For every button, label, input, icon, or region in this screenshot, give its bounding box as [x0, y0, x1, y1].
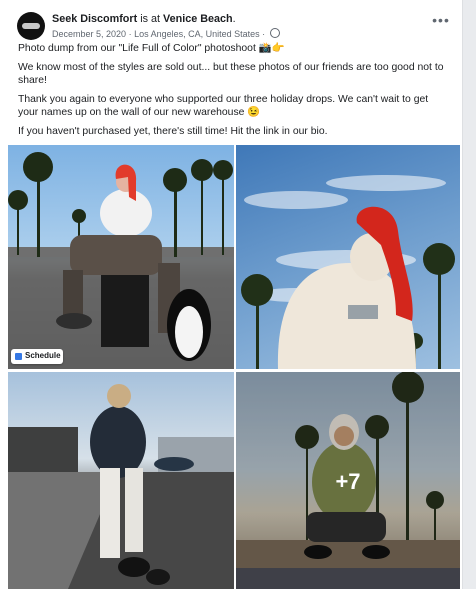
photo-2-art — [241, 175, 455, 369]
photo-3-art — [8, 384, 234, 589]
seek-discomfort-logo-icon — [22, 23, 40, 29]
post-meta-line: December 5, 2020 · Los Angeles, CA, Unit… — [52, 28, 412, 40]
meta-separator: · — [128, 29, 132, 39]
schedule-icon — [15, 353, 22, 360]
post-paragraph-3: Thank you again to everyone who supporte… — [18, 93, 429, 119]
more-photos-count[interactable]: +7 — [236, 469, 460, 495]
schedule-button[interactable]: Schedule — [11, 349, 63, 364]
photo-2[interactable] — [236, 145, 460, 369]
post-date-link[interactable]: December 5, 2020 — [52, 29, 126, 39]
location-link[interactable]: Los Angeles, CA, United States — [134, 29, 260, 39]
post-paragraph-1: Photo dump from our "Life Full of Color"… — [18, 43, 285, 54]
post-title-line: Seek Discomfort is at Venice Beach. — [52, 13, 412, 26]
photo-grid: Schedule +7 — [8, 145, 460, 589]
page-name-link[interactable]: Seek Discomfort — [52, 13, 137, 25]
post-author-block: Seek Discomfort is at Venice Beach. Dece… — [52, 13, 412, 40]
post-paragraph-2: We know most of the styles are sold out.… — [18, 61, 444, 87]
post-card: Seek Discomfort is at Venice Beach. Dece… — [0, 0, 463, 589]
place-link[interactable]: Venice Beach — [163, 13, 233, 25]
post-header: Seek Discomfort is at Venice Beach. Dece… — [17, 12, 449, 42]
globe-icon[interactable] — [269, 28, 280, 38]
page-avatar[interactable] — [17, 12, 45, 40]
photo-1-art — [8, 152, 234, 369]
post-paragraph-4: If you haven't purchased yet, there's st… — [18, 125, 328, 137]
more-options-icon[interactable]: ••• — [431, 13, 451, 31]
place-suffix: . — [232, 13, 236, 25]
photo-4-more[interactable]: +7 — [236, 372, 460, 589]
schedule-label: Schedule — [25, 351, 61, 360]
checkin-text: is at — [140, 13, 161, 25]
privacy-separator: · — [262, 29, 266, 39]
post-body: Photo dump from our "Life Full of Color"… — [18, 42, 448, 143]
photo-1[interactable]: Schedule — [8, 145, 234, 369]
photo-3[interactable] — [8, 372, 234, 589]
